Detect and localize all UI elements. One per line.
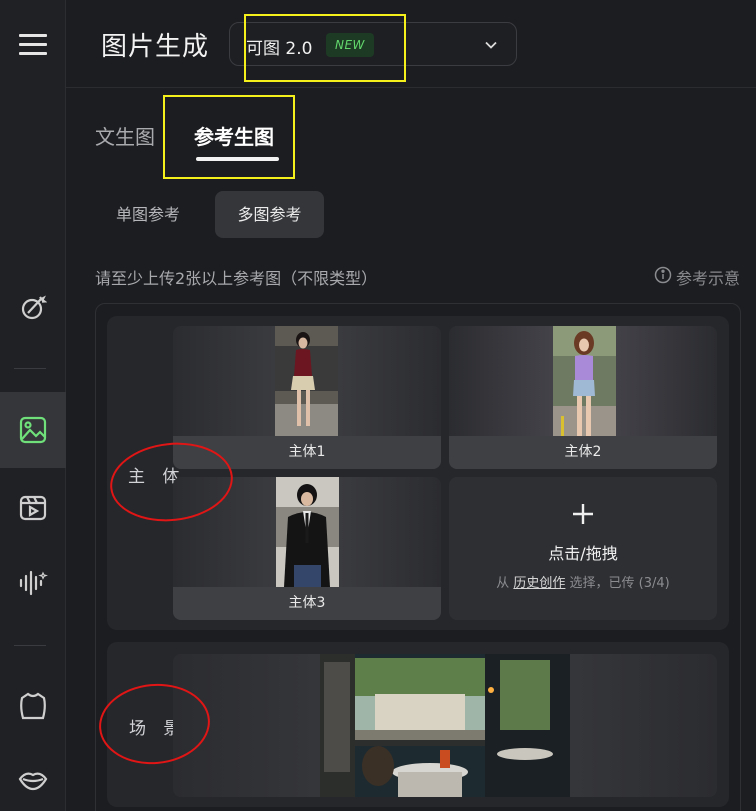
reference-example-label: 参考示意 [675, 269, 740, 288]
upload-hint: 请至少上传2张以上参考图（不限类型） [95, 269, 378, 288]
chevron-down-icon [484, 37, 498, 56]
subject-2-thumbnail [553, 326, 616, 436]
left-rail [0, 0, 66, 811]
image-icon[interactable] [0, 412, 66, 448]
menu-icon[interactable] [0, 26, 66, 62]
header-bar: 图片生成 可图 2.0 NEW [66, 0, 756, 88]
add-slot-subtitle: 从 历史创作 选择，已传 (3/4) [449, 572, 717, 591]
subject-3-caption: 主体3 [173, 587, 441, 620]
subject-1-thumbnail [275, 326, 338, 436]
subject-3-thumbnail [276, 477, 339, 587]
subtab-single-reference[interactable]: 单图参考 [96, 191, 200, 238]
scene-thumbnail [320, 654, 570, 797]
add-slot-prefix: 从 [496, 576, 510, 591]
add-slot-title: 点击/拖拽 [548, 544, 618, 563]
reference-example-link[interactable]: 参考示意 [654, 265, 740, 289]
info-icon [654, 266, 672, 288]
tab-text-to-image[interactable]: 文生图 [95, 121, 155, 150]
subject-slot-2[interactable]: 主体2 [449, 326, 717, 469]
add-subject-slot[interactable]: 点击/拖拽 从 历史创作 选择，已传 (3/4) [449, 477, 717, 620]
history-creation-link[interactable]: 历史创作 [513, 576, 565, 591]
add-slot-count: 选择，已传 (3/4) [569, 576, 670, 591]
lips-icon[interactable] [0, 764, 66, 796]
subject-slot-1[interactable]: 主体1 [173, 326, 441, 469]
audio-wave-icon[interactable] [0, 565, 66, 601]
tshirt-icon[interactable] [0, 688, 66, 724]
subject-2-caption: 主体2 [449, 436, 717, 469]
subtab-multi-reference[interactable]: 多图参考 [215, 191, 324, 238]
plus-icon [449, 499, 717, 534]
magic-brush-icon[interactable] [0, 290, 66, 326]
annotation-box-model [244, 14, 406, 82]
annotation-box-tab [163, 95, 295, 179]
video-icon[interactable] [0, 490, 66, 526]
scene-slot[interactable] [173, 654, 717, 797]
page-title: 图片生成 [101, 32, 210, 62]
